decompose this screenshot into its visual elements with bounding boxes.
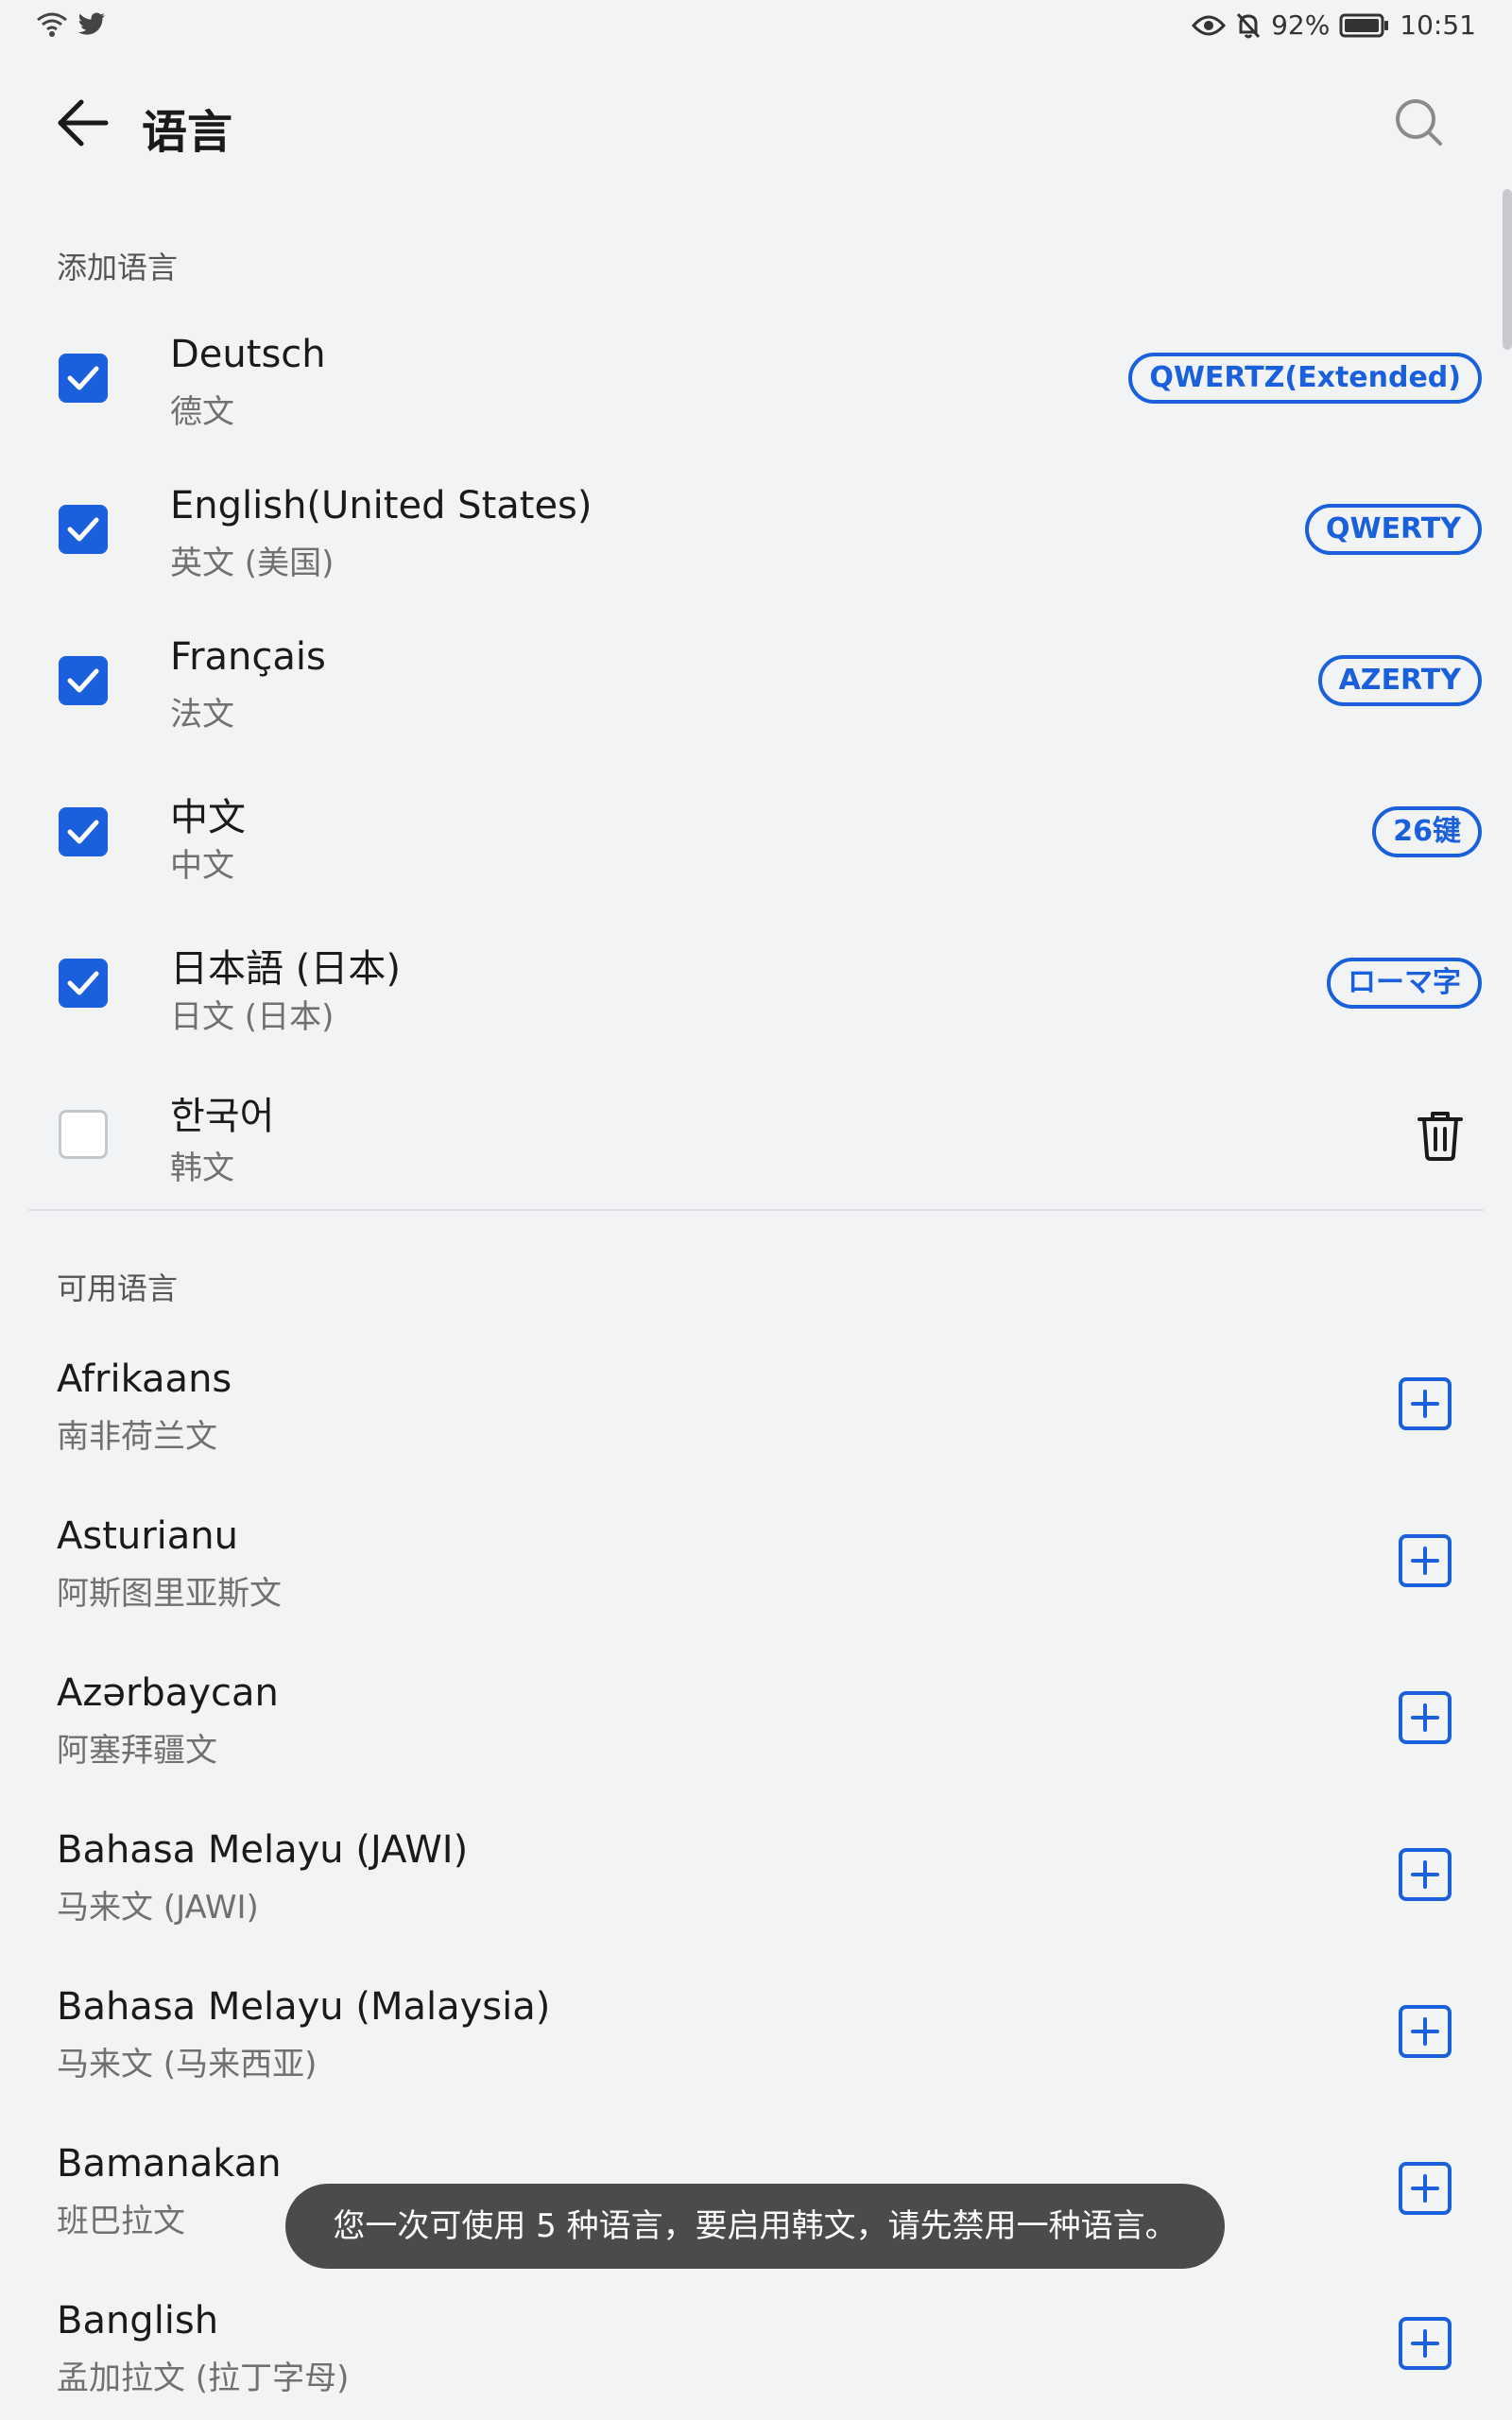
section-divider [28,1209,1484,1211]
added-language-row-deutsch[interactable]: Deutsch 德文 QWERTZ(Extended) [0,302,1512,454]
add-language-button[interactable] [1397,2315,1453,2372]
language-subtitle: 马来文 (JAWI) [57,1889,259,1927]
checkmark-icon [67,366,99,390]
available-language-row[interactable]: Banglish 孟加拉文 (拉丁字母) [0,2267,1512,2420]
add-language-button[interactable] [1397,1846,1453,1903]
plus-square-icon [1399,1534,1452,1587]
language-subtitle: 阿塞拜疆文 [57,1732,217,1770]
checkmark-icon [67,517,99,542]
plus-square-icon [1399,1691,1452,1744]
add-language-button[interactable] [1397,2003,1453,2060]
language-checkbox[interactable] [59,1110,108,1159]
plus-square-icon [1399,2317,1452,2370]
plus-square-icon [1399,1377,1452,1430]
language-name: Bahasa Melayu (Malaysia) [57,1985,551,2029]
keyboard-layout-badge[interactable]: AZERTY [1317,655,1482,706]
add-language-button[interactable] [1397,2160,1453,2217]
checkmark-icon [67,820,99,844]
added-language-row-english[interactable]: English(United States) 英文 (美国) QWERTY [0,454,1512,605]
add-language-button[interactable] [1397,1375,1453,1432]
wifi-icon [37,12,67,37]
language-name: 한국어 [170,1095,275,1138]
language-subtitle: 班巴拉文 [57,2203,185,2240]
added-language-row-francais[interactable]: Français 法文 AZERTY [0,605,1512,756]
available-language-row[interactable]: Bahasa Melayu (Malaysia) 马来文 (马来西亚) [0,1953,1512,2110]
clock: 10:51 [1400,9,1476,41]
battery-percentage: 92% [1271,9,1331,41]
search-icon [1396,99,1442,146]
plus-square-icon [1399,2162,1452,2215]
language-checkbox[interactable] [59,959,108,1008]
language-name: Bamanakan [57,2142,282,2186]
add-language-button[interactable] [1397,1532,1453,1589]
available-languages-header: 可用语言 [57,1270,179,1306]
language-name: Azərbaycan [57,1671,279,1715]
available-language-row[interactable]: Bahasa Melayu (JAWI) 马来文 (JAWI) [0,1796,1512,1953]
delete-language-button[interactable] [1412,1106,1469,1163]
language-checkbox[interactable] [59,354,108,403]
title-bar: 语言 [0,85,1512,161]
added-language-row-chinese[interactable]: 中文 中文 26键 [0,756,1512,908]
language-subtitle: 日文 (日本) [170,998,335,1036]
plus-square-icon [1399,1848,1452,1901]
language-name: 中文 [170,796,246,839]
language-subtitle: 阿斯图里亚斯文 [57,1575,282,1613]
keyboard-layout-badge[interactable]: QWERTZ(Extended) [1128,353,1482,404]
toast-message: 您一次可使用 5 种语言，要启用韩文，请先禁用一种语言。 [285,2184,1225,2269]
trash-icon [1418,1112,1463,1161]
language-name: Deutsch [170,333,326,376]
added-languages-header: 添加语言 [57,250,179,285]
language-subtitle: 英文 (美国) [170,544,335,582]
keyboard-layout-badge[interactable]: 26键 [1372,806,1482,857]
language-subtitle: 孟加拉文 (拉丁字母) [57,2360,350,2397]
plus-square-icon [1399,2005,1452,2058]
language-checkbox[interactable] [59,505,108,554]
status-left-icons [36,11,106,38]
battery-icon [1339,13,1389,37]
eye-icon [1192,15,1227,35]
language-name: Français [170,635,326,679]
language-subtitle: 德文 [170,393,234,431]
language-name: Bahasa Melayu (JAWI) [57,1828,469,1872]
language-checkbox[interactable] [59,807,108,856]
available-language-row[interactable]: Azərbaycan 阿塞拜疆文 [0,1639,1512,1796]
added-language-row-korean[interactable]: 한국어 韩文 [0,1059,1512,1210]
checkmark-icon [67,668,99,693]
status-right-icons: 92% 10:51 [1192,9,1476,41]
language-subtitle: 法文 [170,696,234,734]
twitter-icon [78,12,105,35]
language-subtitle: 韩文 [170,1150,234,1187]
page-title: 语言 [142,106,233,159]
language-name: Asturianu [57,1514,239,1558]
added-language-row-japanese[interactable]: 日本語 (日本) 日文 (日本) ローマ字 [0,908,1512,1059]
language-subtitle: 中文 [170,847,234,885]
language-name: English(United States) [170,484,593,527]
keyboard-layout-badge[interactable]: ローマ字 [1327,958,1482,1009]
back-button[interactable] [55,96,112,149]
language-subtitle: 马来文 (马来西亚) [57,2046,318,2083]
language-name: Afrikaans [57,1357,232,1401]
notifications-muted-icon [1236,12,1261,38]
checkmark-icon [67,971,99,995]
language-name: 日本語 (日本) [170,947,401,991]
language-name: Banglish [57,2299,219,2342]
arrow-left-icon [58,99,109,147]
language-settings-page: 92% 10:51 语言 添加语言 Deutsch 德文 QWERTZ(Exte… [0,0,1512,2420]
language-subtitle: 南非荷兰文 [57,1418,217,1456]
available-language-row[interactable]: Asturianu 阿斯图里亚斯文 [0,1482,1512,1639]
add-language-button[interactable] [1397,1689,1453,1746]
available-language-row[interactable]: Afrikaans 南非荷兰文 [0,1325,1512,1482]
language-checkbox[interactable] [59,656,108,705]
search-button[interactable] [1393,96,1446,149]
status-bar: 92% 10:51 [0,0,1512,57]
keyboard-layout-badge[interactable]: QWERTY [1304,504,1482,555]
